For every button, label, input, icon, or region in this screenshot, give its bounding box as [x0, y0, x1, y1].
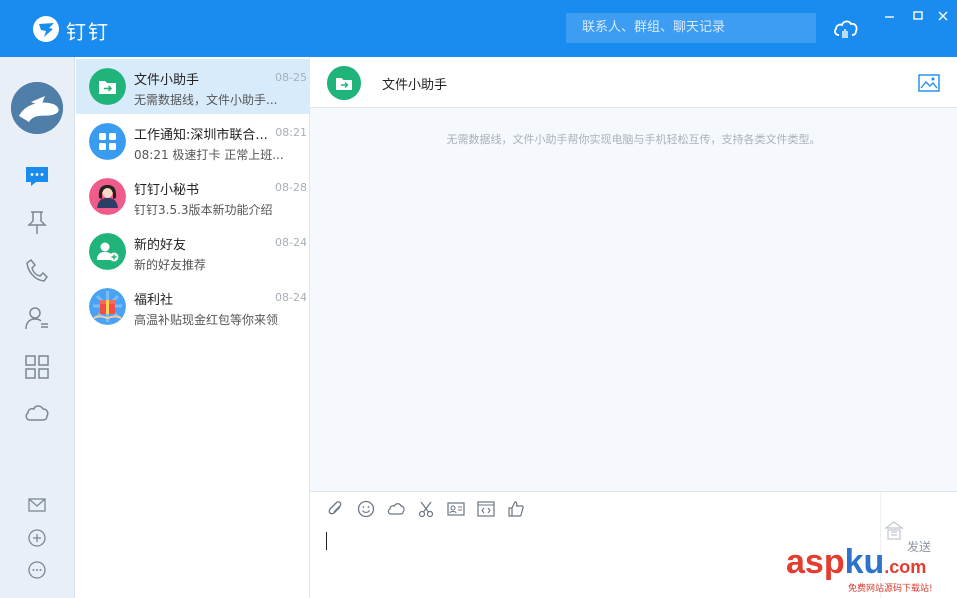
chat-icon[interactable] [24, 163, 50, 189]
conversation-item-secretary[interactable]: 钉钉小秘书 08-28 钉钉3.5.3版本新功能介绍 [76, 169, 309, 224]
image-icon[interactable] [918, 74, 940, 92]
conversation-name: 福利社 [134, 293, 174, 308]
cloud-icon[interactable] [24, 400, 50, 426]
nav-rail [0, 57, 75, 598]
maximize-icon[interactable] [910, 8, 926, 24]
search-input[interactable]: 联系人、群组、聊天记录 [566, 13, 816, 43]
conversation-item-work-notice[interactable]: 工作通知:深圳市联合... 08:21 08:21 极速打卡 正常上班... [76, 114, 309, 169]
conversation-date: 08-24 [275, 236, 307, 249]
apps-icon[interactable] [24, 354, 50, 380]
file-helper-avatar-icon [89, 68, 126, 105]
system-message: 无需数据线，文件小助手帮你实现电脑与手机轻松互传，支持各类文件类型。 [446, 133, 821, 146]
cloud-upload-icon[interactable] [832, 14, 860, 42]
text-cursor[interactable] [326, 532, 327, 550]
attachment-icon[interactable] [327, 500, 345, 518]
conversation-snippet: 钉钉3.5.3版本新功能介绍 [134, 203, 273, 217]
title-bar: 钉钉 联系人、群组、聊天记录 [0, 0, 957, 57]
watermark-asp: asp [786, 543, 845, 581]
thumbs-up-icon[interactable] [507, 500, 525, 518]
scissors-icon[interactable] [417, 500, 435, 518]
emoji-icon[interactable] [357, 500, 375, 518]
app-brand: 钉钉 [66, 20, 110, 44]
send-icon [884, 521, 904, 540]
conversation-snippet: 新的好友推荐 [134, 258, 207, 272]
conversation-date: 08:21 [275, 126, 307, 139]
contacts-icon[interactable] [24, 305, 50, 331]
conversation-item-new-friends[interactable]: 新的好友 08-24 新的好友推荐 [76, 224, 309, 279]
chat-header: 文件小助手 [310, 57, 957, 108]
conversation-snippet: 高温补贴现金红包等你来领 [134, 313, 279, 327]
dingtalk-logo-icon [33, 16, 59, 42]
gift-avatar-icon [89, 288, 126, 325]
close-icon[interactable] [935, 8, 951, 24]
conversation-date: 08-25 [275, 71, 307, 84]
conversation-snippet: 08:21 极速打卡 正常上班... [134, 148, 284, 162]
pin-icon[interactable] [24, 209, 50, 235]
conversation-date: 08-24 [275, 291, 307, 304]
mail-icon[interactable] [27, 495, 47, 515]
chat-pane: 文件小助手 无需数据线，文件小助手帮你实现电脑与手机轻松互传，支持各类文件类型。 [310, 57, 957, 598]
secretary-avatar-icon [89, 178, 126, 215]
conversation-name: 文件小助手 [134, 73, 200, 88]
watermark-logo: aspku.com [786, 543, 926, 582]
minimize-icon[interactable] [882, 8, 898, 24]
conversation-item-welfare[interactable]: 福利社 08-24 高温补贴现金红包等你来领 [76, 279, 309, 334]
conversation-list: 文件小助手 08-25 无需数据线，文件小助手... 工作通知:深圳市联合...… [76, 57, 310, 598]
conversation-item-file-helper[interactable]: 文件小助手 08-25 无需数据线，文件小助手... [76, 59, 309, 114]
plus-icon[interactable] [27, 528, 47, 548]
cloud-file-icon[interactable] [387, 500, 405, 518]
code-snippet-icon[interactable] [477, 500, 495, 518]
watermark-ku: ku [844, 543, 885, 581]
chat-title: 文件小助手 [382, 78, 448, 93]
new-friend-avatar-icon [89, 233, 126, 270]
work-notice-avatar-icon [89, 123, 126, 160]
file-helper-header-icon [327, 66, 361, 100]
watermark-com: .com [884, 557, 927, 577]
conversation-name: 钉钉小秘书 [134, 183, 200, 198]
conversation-name: 工作通知:深圳市联合... [134, 128, 268, 143]
business-card-icon[interactable] [447, 500, 465, 518]
more-icon[interactable] [27, 560, 47, 580]
conversation-name: 新的好友 [134, 238, 187, 253]
avatar[interactable] [11, 82, 63, 134]
conversation-date: 08-28 [275, 181, 307, 194]
phone-icon[interactable] [24, 257, 50, 283]
conversation-snippet: 无需数据线，文件小助手... [134, 93, 278, 107]
watermark-subtitle: 免费网站源码下载站! [848, 584, 933, 594]
